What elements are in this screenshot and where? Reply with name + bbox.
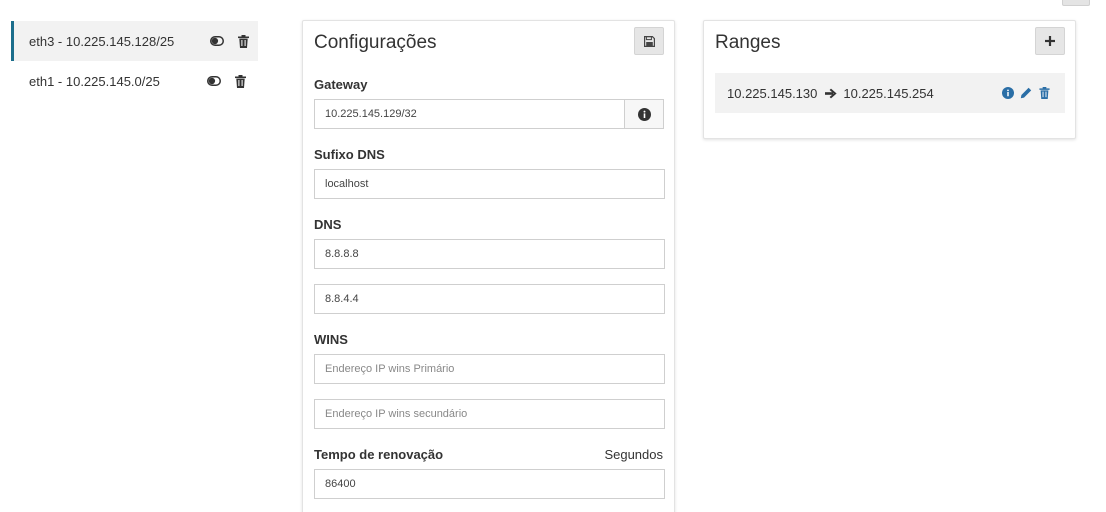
lease-unit-label: Segundos <box>604 447 663 462</box>
dns-suffix-input[interactable] <box>314 169 665 199</box>
config-panel: Configurações Gateway Sufixo DNS DNS WIN… <box>302 20 675 512</box>
range-end: 10.225.145.254 <box>843 85 934 101</box>
info-circle-icon[interactable] <box>1001 86 1015 100</box>
wins-primary-input[interactable] <box>314 354 665 384</box>
interface-item-eth3[interactable]: eth3 - 10.225.145.128/25 <box>11 21 258 61</box>
toggle-icon[interactable] <box>207 74 221 88</box>
add-range-button[interactable] <box>1035 27 1065 55</box>
trash-icon[interactable] <box>233 74 247 88</box>
interface-item-eth1[interactable]: eth1 - 10.225.145.0/25 <box>11 61 258 101</box>
range-item: 10.225.145.130 10.225.145.254 <box>715 73 1065 113</box>
ranges-panel: Ranges 10.225.145.130 10.225.145.254 <box>703 20 1076 139</box>
config-panel-title: Configurações <box>314 32 437 53</box>
save-button[interactable] <box>634 27 664 55</box>
gateway-info-button[interactable] <box>624 99 664 129</box>
plus-icon <box>1043 34 1057 48</box>
arrow-right-icon <box>825 88 837 99</box>
dns-secondary-input[interactable] <box>314 284 665 314</box>
dns-suffix-label: Sufixo DNS <box>314 147 385 162</box>
lease-time-input[interactable] <box>314 469 665 499</box>
wins-secondary-input[interactable] <box>314 399 665 429</box>
floppy-disk-icon <box>642 34 656 48</box>
interface-list: eth3 - 10.225.145.128/25 eth1 - 10.225.1… <box>11 21 258 101</box>
wins-label: WINS <box>314 332 348 347</box>
range-start: 10.225.145.130 <box>727 85 818 101</box>
gateway-input[interactable] <box>314 99 625 129</box>
dns-label: DNS <box>314 217 342 232</box>
ranges-panel-title: Ranges <box>715 32 781 53</box>
lease-time-label: Tempo de renovação <box>314 447 444 462</box>
gateway-label: Gateway <box>314 77 368 92</box>
trash-icon[interactable] <box>236 34 250 48</box>
top-corner-button[interactable] <box>1062 0 1090 6</box>
trash-icon[interactable] <box>1037 86 1051 100</box>
dns-primary-input[interactable] <box>314 239 665 269</box>
toggle-icon[interactable] <box>210 34 224 48</box>
pencil-icon[interactable] <box>1019 86 1033 100</box>
info-circle-icon <box>637 107 651 121</box>
